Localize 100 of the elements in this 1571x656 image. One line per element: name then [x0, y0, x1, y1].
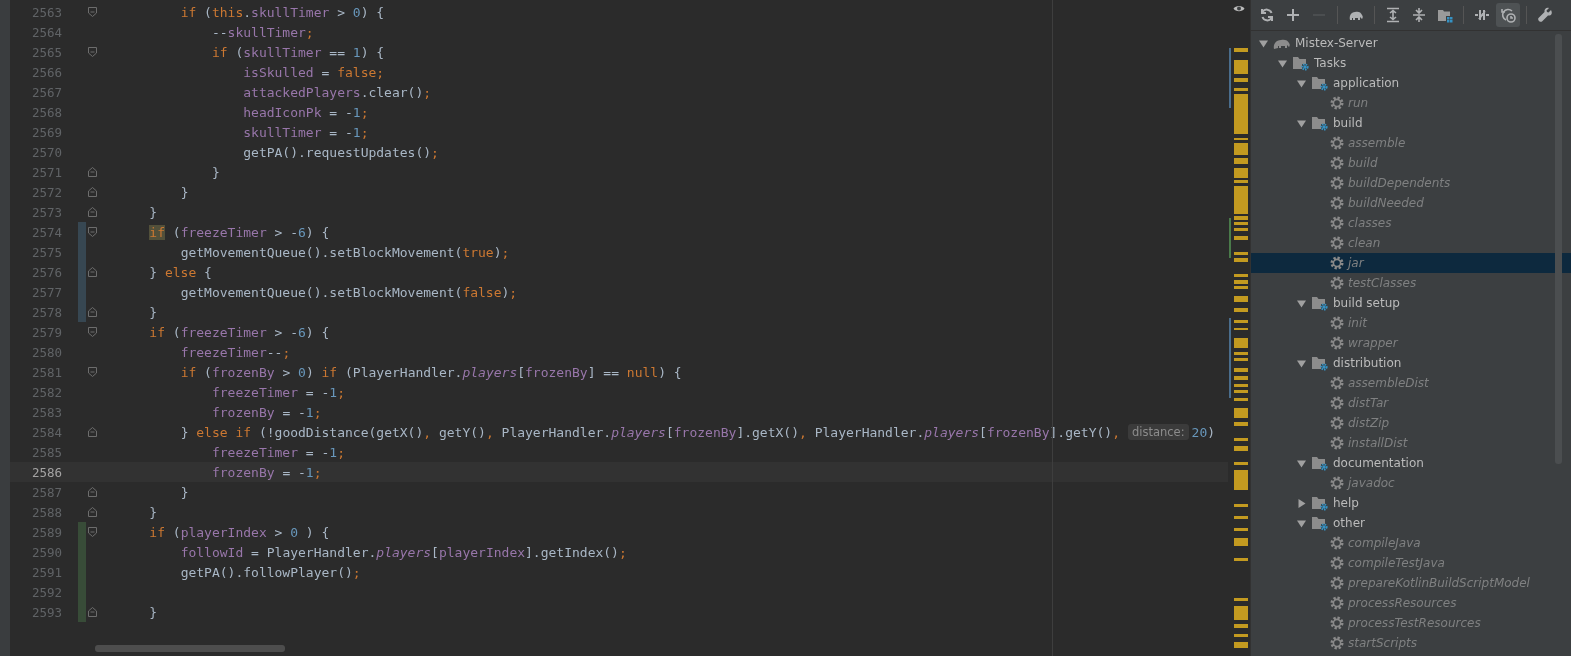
collapse-arrow-icon[interactable]: [1297, 78, 1306, 88]
tree-item[interactable]: assemble: [1251, 133, 1571, 153]
code-line: attackedPlayers.clear();: [242, 84, 432, 100]
tree-item[interactable]: clean: [1251, 233, 1571, 253]
tree-item[interactable]: build setup: [1251, 293, 1571, 313]
code-line: } else if (!goodDistance(getX(), getY(), PlayerHandler.players[frozenBy].getX(), PlayerHandler.players[frozenBy].getY(),: [179, 424, 1120, 440]
line-number: 2575: [30, 244, 62, 260]
refresh-icon: [1259, 7, 1275, 23]
gear-icon: [1330, 276, 1344, 290]
code-line: 20): [1191, 424, 1216, 440]
fold-marker-icon[interactable]: [88, 187, 97, 197]
code-line: }: [148, 604, 158, 620]
line-number: 2565: [30, 44, 62, 60]
fold-marker-icon[interactable]: [88, 527, 97, 537]
expand-all-icon: [1385, 7, 1401, 23]
fold-marker-icon[interactable]: [88, 487, 97, 497]
tree-item[interactable]: assembleDist: [1251, 373, 1571, 393]
collapse-arrow-icon[interactable]: [1297, 518, 1306, 528]
tree-item[interactable]: processResources: [1251, 593, 1571, 613]
expand-arrow-icon[interactable]: [1297, 498, 1306, 508]
gear-icon: [1330, 316, 1344, 330]
code-line: if (freezeTimer > -6) {: [148, 224, 330, 240]
change-marker[interactable]: [78, 302, 86, 322]
tree-item[interactable]: compileJava: [1251, 533, 1571, 553]
tree-item[interactable]: installDist: [1251, 433, 1571, 453]
folder-gear-icon: [1311, 295, 1329, 311]
vertical-scrollbar[interactable]: [1555, 34, 1562, 464]
tree-item[interactable]: processTestResources: [1251, 613, 1571, 633]
code-line: --skullTimer;: [210, 24, 314, 40]
tree-item[interactable]: build: [1251, 113, 1571, 133]
tree-item[interactable]: buildDependents: [1251, 173, 1571, 193]
change-marker[interactable]: [78, 222, 86, 242]
horizontal-scrollbar[interactable]: [95, 645, 285, 652]
line-number: 2564: [30, 24, 62, 40]
gear-icon: [1330, 396, 1344, 410]
eye-icon[interactable]: [1233, 4, 1245, 13]
line-number: 2578: [30, 304, 62, 320]
line-number: 2587: [30, 484, 62, 500]
line-number: 2568: [30, 104, 62, 120]
line-number: 2589: [30, 524, 62, 540]
tree-item[interactable]: wrapper: [1251, 333, 1571, 353]
history-icon: [1500, 7, 1516, 23]
gear-icon: [1330, 136, 1344, 150]
tree-item[interactable]: help: [1251, 493, 1571, 513]
fold-marker-icon[interactable]: [88, 47, 97, 57]
tree-item[interactable]: Mistex-Server: [1251, 33, 1571, 53]
tree-item[interactable]: other: [1251, 513, 1571, 533]
collapse-arrow-icon[interactable]: [1278, 58, 1287, 68]
fold-marker-icon[interactable]: [88, 207, 97, 217]
tree-item[interactable]: distTar: [1251, 393, 1571, 413]
collapse-arrow-icon[interactable]: [1297, 458, 1306, 468]
tree-item[interactable]: documentation: [1251, 453, 1571, 473]
tree-item[interactable]: classes: [1251, 213, 1571, 233]
line-number: 2585: [30, 444, 62, 460]
fold-marker-icon[interactable]: [88, 427, 97, 437]
tree-item[interactable]: startScripts: [1251, 633, 1571, 653]
gear-icon: [1330, 236, 1344, 250]
code-editor[interactable]: [0, 0, 1228, 656]
line-number: 2592: [30, 584, 62, 600]
change-marker[interactable]: [78, 602, 86, 622]
change-marker[interactable]: [78, 522, 86, 542]
tree-item[interactable]: testClasses: [1251, 273, 1571, 293]
code-line: freezeTimer = -1;: [210, 384, 345, 400]
code-line: if (this.skullTimer > 0) {: [179, 4, 385, 20]
fold-marker-icon[interactable]: [88, 307, 97, 317]
line-number: 2586: [30, 464, 62, 480]
wrench-icon: [1537, 7, 1553, 23]
fold-marker-icon[interactable]: [88, 167, 97, 177]
fold-marker-icon[interactable]: [88, 607, 97, 617]
fold-marker-icon[interactable]: [88, 507, 97, 517]
fold-marker-icon[interactable]: [88, 7, 97, 17]
code-line: if (playerIndex > 0 ) {: [148, 524, 330, 540]
collapse-arrow-icon[interactable]: [1297, 358, 1306, 368]
collapse-arrow-icon[interactable]: [1297, 298, 1306, 308]
fold-marker-icon[interactable]: [88, 327, 97, 337]
collapse-arrow-icon[interactable]: [1297, 118, 1306, 128]
tree-item[interactable]: compileTestJava: [1251, 553, 1571, 573]
fold-marker-icon[interactable]: [88, 267, 97, 277]
tree-item[interactable]: javadoc: [1251, 473, 1571, 493]
code-line: headIconPk = -1;: [242, 104, 369, 120]
history-button[interactable]: [1496, 3, 1520, 27]
tree-item[interactable]: prepareKotlinBuildScriptModel: [1251, 573, 1571, 593]
tree-item[interactable]: init: [1251, 313, 1571, 333]
tree-item[interactable]: Tasks: [1251, 53, 1571, 73]
collapse-all-icon: [1411, 7, 1427, 23]
tree-item[interactable]: distZip: [1251, 413, 1571, 433]
tree-item[interactable]: buildNeeded: [1251, 193, 1571, 213]
tree-item[interactable]: build: [1251, 153, 1571, 173]
fold-marker-icon[interactable]: [88, 227, 97, 237]
collapse-arrow-icon[interactable]: [1259, 38, 1268, 48]
gear-icon: [1330, 96, 1344, 110]
tree-item[interactable]: distribution: [1251, 353, 1571, 373]
tree-item[interactable]: application: [1251, 73, 1571, 93]
tree-item[interactable]: jar: [1251, 253, 1571, 273]
folder-gear-icon: [1311, 495, 1329, 511]
folder-gear-icon: [1311, 515, 1329, 531]
fold-marker-icon[interactable]: [88, 367, 97, 377]
tree-item[interactable]: run: [1251, 93, 1571, 113]
gear-icon: [1330, 256, 1344, 270]
line-number: 2567: [30, 84, 62, 100]
